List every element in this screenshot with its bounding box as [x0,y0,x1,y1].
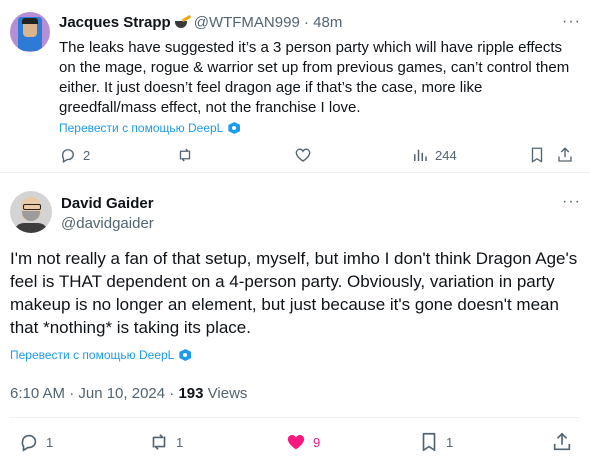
avatar[interactable] [10,191,52,233]
separator: · [303,14,309,31]
repost-button[interactable]: 1 [148,431,183,453]
reply-header: Jacques Strapp @WTFMAN999 · 48m [59,14,342,32]
tweet-text: The leaks have suggested it’s a 3 person… [59,39,570,116]
translate-label: Перевести с помощью DeepL [10,348,175,362]
translate-link[interactable]: Перевести с помощью DeepL [59,121,241,135]
views-button[interactable]: 244 [411,146,457,164]
share-icon [553,432,571,451]
bookmark-icon [422,432,436,452]
bookmark-button[interactable]: 1 [418,431,453,453]
reply-icon [21,434,37,452]
deepl-icon [179,349,192,361]
translate-link[interactable]: Перевести с помощью DeepL [10,348,192,362]
avatar[interactable] [10,12,50,52]
reply-action-bar: 2 244 [0,146,590,172]
more-options-icon[interactable]: ··· [562,13,581,31]
repost-icon [152,434,166,450]
frying-pan-icon [173,14,191,29]
share-button[interactable] [551,431,573,453]
repost-button[interactable] [176,146,194,164]
like-count: 9 [313,434,321,450]
translate-label: Перевести с помощью DeepL [59,121,224,135]
bookmark-button[interactable] [528,146,546,164]
share-button[interactable] [556,146,574,164]
tweet-timestamp[interactable]: 6:10 AM · Jun 10, 2024 · [10,385,174,402]
timestamp[interactable]: 48m [313,14,342,31]
reply-count: 2 [83,147,91,163]
repost-count: 1 [176,434,184,450]
author-handle[interactable]: @WTFMAN999 [194,14,300,31]
author-name[interactable]: Jacques Strapp [59,14,171,31]
reply-button[interactable]: 1 [18,431,53,453]
more-options-icon[interactable]: ··· [562,193,581,211]
repost-icon [179,148,191,162]
views-icon [414,149,427,161]
bookmark-count: 1 [446,434,454,450]
tweet-meta: 6:10 AM · Jun 10, 2024 · 193 Views [10,385,247,402]
like-button[interactable] [294,146,312,164]
main-tweet: David Gaider @davidgaider ··· I'm not re… [0,172,590,465]
reply-tweet[interactable]: Jacques Strapp @WTFMAN999 · 48m ··· The l… [0,0,590,172]
author-handle[interactable]: @davidgaider [61,215,154,232]
views-count: 193 [178,385,204,402]
divider [10,417,580,418]
deepl-icon [228,122,241,134]
reply-button[interactable]: 2 [59,146,90,164]
reply-icon [61,149,74,163]
views-label: Views [207,385,248,402]
share-icon [558,147,572,162]
reply-count: 1 [46,434,54,450]
tweet-action-bar: 1 1 9 1 [0,431,590,459]
bookmark-icon [531,147,543,163]
author-name[interactable]: David Gaider [61,195,154,212]
like-button[interactable]: 9 [285,431,320,453]
heart-icon [295,148,311,162]
views-count: 244 [435,147,457,163]
tweet-text: I'm not really a fan of that setup, myse… [10,249,578,337]
heart-icon [287,434,305,450]
